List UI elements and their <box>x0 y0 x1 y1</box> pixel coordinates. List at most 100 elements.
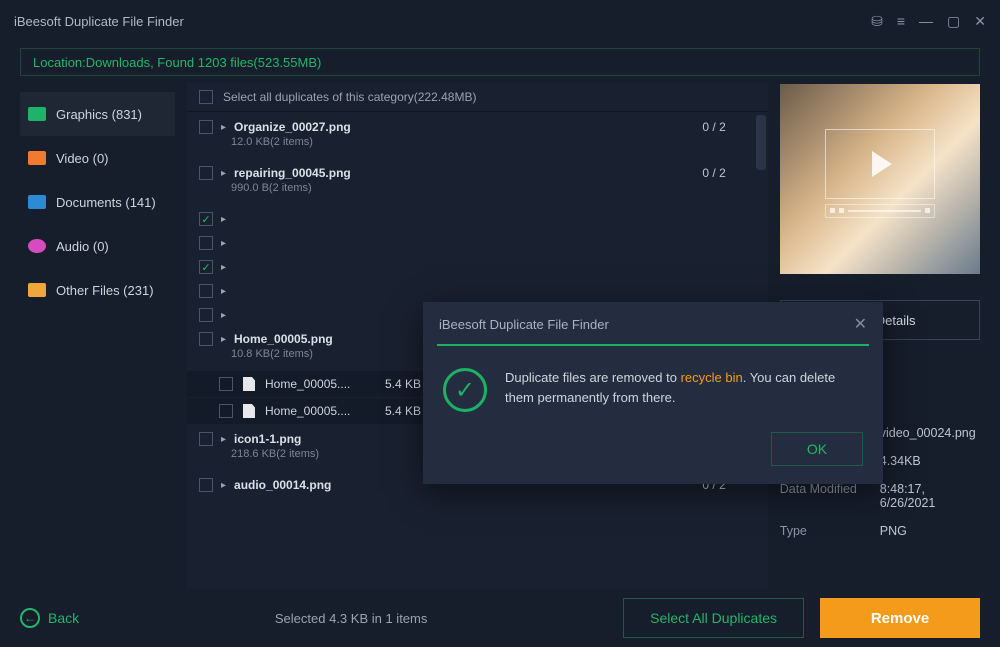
group-checkbox[interactable] <box>199 236 213 250</box>
select-all-category-row: Select all duplicates of this category(2… <box>187 82 768 112</box>
location-text: Location:Downloads, Found 1203 files(523… <box>33 55 321 70</box>
sidebar-item-label: Video (0) <box>56 151 109 166</box>
close-icon[interactable]: ✕ <box>974 13 986 30</box>
selection-status: Selected 4.3 KB in 1 items <box>95 611 607 626</box>
menu-icon[interactable]: ≡ <box>897 13 905 29</box>
sidebar-item-label: Audio (0) <box>56 239 109 254</box>
chevron-right-icon[interactable]: ▸ <box>221 122 226 133</box>
group-row[interactable]: ▸ <box>187 228 768 252</box>
minimize-icon[interactable]: — <box>919 13 933 29</box>
detail-type-value: PNG <box>880 524 980 538</box>
titlebar: iBeesoft Duplicate File Finder ⛁ ≡ — ▢ ✕ <box>0 0 1000 42</box>
dialog-body: ✓ Duplicate files are removed to recycle… <box>423 346 883 422</box>
sidebar-item-documents[interactable]: Documents (141) <box>20 180 175 224</box>
app-window: iBeesoft Duplicate File Finder ⛁ ≡ — ▢ ✕… <box>0 0 1000 647</box>
chevron-right-icon[interactable]: ▸ <box>221 480 226 491</box>
chevron-right-icon[interactable]: ▸ <box>221 434 226 445</box>
maximize-icon[interactable]: ▢ <box>947 13 960 30</box>
sidebar-item-label: Graphics (831) <box>56 107 142 122</box>
sidebar-item-video[interactable]: Video (0) <box>20 136 175 180</box>
group-name: audio_00014.png <box>234 478 331 492</box>
group-row[interactable]: ▸ repairing_00045.png 0 / 2 <box>187 158 768 182</box>
location-bar: Location:Downloads, Found 1203 files(523… <box>20 48 980 76</box>
dialog-ok-button[interactable]: OK <box>771 432 863 466</box>
play-icon <box>872 151 892 177</box>
group-checkbox[interactable] <box>199 332 213 346</box>
file-icon <box>243 377 255 391</box>
group-name: repairing_00045.png <box>234 166 351 180</box>
group-row[interactable]: ▸ <box>187 276 768 300</box>
folder-icon <box>28 282 46 298</box>
group-checkbox[interactable] <box>199 166 213 180</box>
cart-icon[interactable]: ⛁ <box>871 13 883 30</box>
group-checkbox[interactable] <box>199 308 213 322</box>
group-subtext: 12.0 KB(2 items) <box>187 136 768 158</box>
detail-date-value: 8:48:17, 6/26/2021 <box>880 482 980 510</box>
back-arrow-icon: ← <box>20 608 40 628</box>
group-name: Home_00005.png <box>234 332 333 346</box>
document-icon <box>28 194 46 210</box>
content-body: Graphics (831) Video (0) Documents (141)… <box>0 82 1000 589</box>
group-checkbox[interactable] <box>199 432 213 446</box>
back-button[interactable]: ← Back <box>20 608 79 628</box>
video-controls-icon <box>825 204 935 218</box>
chevron-right-icon[interactable]: ▸ <box>221 238 226 249</box>
sidebar-item-graphics[interactable]: Graphics (831) <box>20 92 175 136</box>
chevron-right-icon[interactable]: ▸ <box>221 262 226 273</box>
app-title: iBeesoft Duplicate File Finder <box>14 14 184 29</box>
chevron-right-icon[interactable]: ▸ <box>221 310 226 321</box>
group-row[interactable]: ▸ Organize_00027.png 0 / 2 <box>187 112 768 136</box>
titlebar-controls: ⛁ ≡ — ▢ ✕ <box>871 13 986 30</box>
dialog-msg-part1: Duplicate files are removed to <box>505 370 681 385</box>
select-all-duplicates-button[interactable]: Select All Duplicates <box>623 598 804 638</box>
sidebar-item-label: Other Files (231) <box>56 283 154 298</box>
dialog-close-icon[interactable]: ✕ <box>854 314 867 334</box>
dialog-message: Duplicate files are removed to recycle b… <box>505 368 863 412</box>
back-label: Back <box>48 610 79 626</box>
group-checkbox[interactable] <box>199 120 213 134</box>
sidebar: Graphics (831) Video (0) Documents (141)… <box>20 82 175 589</box>
file-name: Home_00005.... <box>265 404 375 418</box>
dialog-msg-highlight: recycle bin <box>681 370 743 385</box>
group-checkbox[interactable] <box>199 212 213 226</box>
group-checkbox[interactable] <box>199 284 213 298</box>
sidebar-item-label: Documents (141) <box>56 195 156 210</box>
detail-size-value: 4.34KB <box>880 454 980 468</box>
file-checkbox[interactable] <box>219 377 233 391</box>
success-check-icon: ✓ <box>443 368 487 412</box>
chevron-right-icon[interactable]: ▸ <box>221 214 226 225</box>
detail-type-label: Type <box>780 524 880 538</box>
dialog-title: iBeesoft Duplicate File Finder <box>439 317 609 332</box>
group-row[interactable]: ▸ <box>187 204 768 228</box>
sidebar-item-audio[interactable]: Audio (0) <box>20 224 175 268</box>
group-row[interactable]: ▸ <box>187 252 768 276</box>
chevron-right-icon[interactable]: ▸ <box>221 334 226 345</box>
group-checkbox[interactable] <box>199 478 213 492</box>
scrollbar-thumb[interactable] <box>756 115 766 170</box>
play-overlay <box>825 129 935 199</box>
group-name: icon1-1.png <box>234 432 301 446</box>
video-icon <box>28 150 46 166</box>
image-icon <box>28 106 46 122</box>
footer: ← Back Selected 4.3 KB in 1 items Select… <box>0 589 1000 647</box>
chevron-right-icon[interactable]: ▸ <box>221 286 226 297</box>
confirmation-dialog: iBeesoft Duplicate File Finder ✕ ✓ Dupli… <box>423 302 883 484</box>
group-subtext: 990.0 B(2 items) <box>187 182 768 204</box>
audio-icon <box>28 238 46 254</box>
select-all-label: Select all duplicates of this category(2… <box>223 90 476 104</box>
file-checkbox[interactable] <box>219 404 233 418</box>
detail-date-label: Data Modified <box>780 482 880 510</box>
group-ratio: 0 / 2 <box>702 166 725 180</box>
file-icon <box>243 404 255 418</box>
file-name: Home_00005.... <box>265 377 375 391</box>
select-all-checkbox[interactable] <box>199 90 213 104</box>
group-name: Organize_00027.png <box>234 120 351 134</box>
group-checkbox[interactable] <box>199 260 213 274</box>
detail-name-value: video_00024.png <box>880 426 980 440</box>
dialog-titlebar: iBeesoft Duplicate File Finder ✕ <box>423 302 883 344</box>
file-list-panel: Select all duplicates of this category(2… <box>187 82 768 589</box>
sidebar-item-other[interactable]: Other Files (231) <box>20 268 175 312</box>
preview-thumbnail <box>780 84 980 274</box>
chevron-right-icon[interactable]: ▸ <box>221 168 226 179</box>
remove-button[interactable]: Remove <box>820 598 980 638</box>
